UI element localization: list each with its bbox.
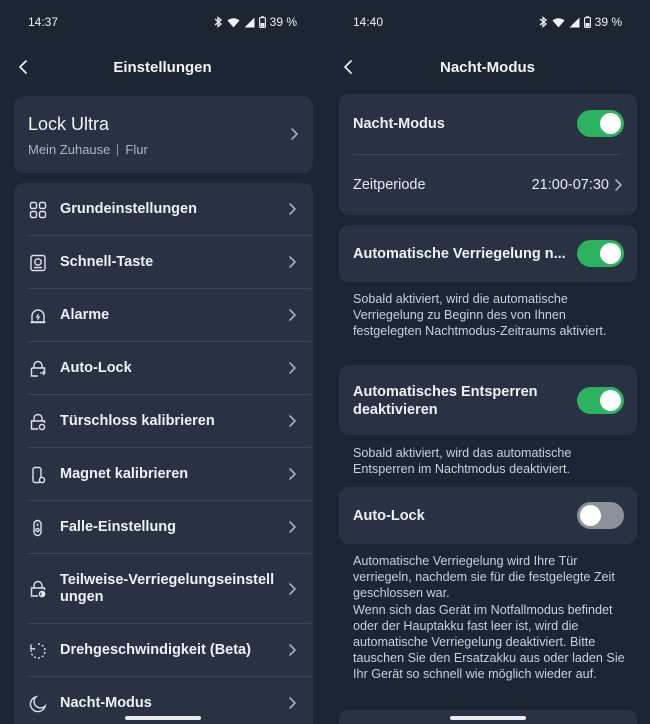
bell-icon xyxy=(28,306,48,326)
moon-icon xyxy=(28,694,48,714)
auto-lock-icon xyxy=(28,359,48,379)
settings-screen: 14:37 39 % Einstellungen Lock Ultra Mein… xyxy=(0,0,325,724)
grid-icon xyxy=(28,200,48,220)
back-arrow-icon xyxy=(19,60,27,74)
chevron-right-icon xyxy=(615,179,622,191)
toggle-knob xyxy=(600,390,621,411)
back-button[interactable] xyxy=(12,56,34,78)
signal-icon xyxy=(244,17,255,27)
page-title: Nacht-Modus xyxy=(440,58,535,76)
menu-item-label: Magnet kalibrieren xyxy=(60,466,189,482)
menu-item-alarme[interactable]: Alarme xyxy=(14,289,311,342)
menu-item-falle-einstellung[interactable]: Falle-Einstellung xyxy=(14,501,311,554)
chevron-right-icon xyxy=(289,309,296,321)
app-header: Einstellungen xyxy=(0,44,325,90)
page-title: Einstellungen xyxy=(113,58,212,76)
latch-icon xyxy=(28,518,48,538)
bluetooth-icon xyxy=(539,16,547,28)
menu-item-magnet-kalibrieren[interactable]: Magnet kalibrieren xyxy=(14,448,311,501)
device-card[interactable]: Lock Ultra Mein Zuhause Flur xyxy=(14,96,313,173)
battery-icon xyxy=(583,16,591,28)
device-home: Mein Zuhause xyxy=(28,142,111,157)
signal-icon xyxy=(569,17,580,27)
night-mode-label: Nacht-Modus xyxy=(353,116,445,132)
chevron-right-icon xyxy=(289,256,296,268)
menu-item-label: Teilweise-Verriegelungseinstellungen xyxy=(60,572,275,605)
battery-icon xyxy=(258,16,266,28)
auto-unlock-description: Sobald aktiviert, wird das automatische … xyxy=(353,446,572,477)
menu-item-auto-lock[interactable]: Auto-Lock xyxy=(14,342,311,395)
menu-item-label: Schnell-Taste xyxy=(60,254,154,270)
time-period-label: Zeitperiode xyxy=(353,177,426,193)
home-indicator[interactable] xyxy=(449,716,526,720)
auto-lock-toggle[interactable] xyxy=(577,502,624,529)
chevron-right-icon xyxy=(289,583,296,595)
chevron-right-icon xyxy=(289,203,296,215)
auto-unlock-toggle[interactable] xyxy=(577,387,624,414)
auto-unlock-label: Automatisches Entsperren deaktivieren xyxy=(353,384,538,418)
status-bar: 14:40 39 % xyxy=(325,0,650,44)
wifi-icon xyxy=(552,17,565,27)
battery-percent: 39 % xyxy=(269,15,297,29)
menu-item-label: Grundeinstellungen xyxy=(60,201,197,217)
rotation-speed-icon xyxy=(28,641,48,661)
night-mode-toggle[interactable] xyxy=(577,110,624,137)
location-separator xyxy=(117,143,119,156)
chevron-right-icon xyxy=(289,644,296,656)
time-period-row[interactable]: Zeitperiode 21:00-07:30 xyxy=(339,155,637,215)
chevron-right-icon xyxy=(289,697,296,709)
status-bar: 14:37 39 % xyxy=(0,0,325,44)
quick-button-icon xyxy=(28,253,48,273)
magnet-icon xyxy=(28,465,48,485)
toggle-knob xyxy=(580,505,601,526)
chevron-right-icon xyxy=(289,468,296,480)
status-time: 14:37 xyxy=(28,15,59,29)
menu-item-label: Falle-Einstellung xyxy=(60,519,177,535)
menu-item-label: Türschloss kalibrieren xyxy=(60,413,215,429)
chevron-right-icon xyxy=(291,128,298,140)
toggle-knob xyxy=(600,243,621,264)
chevron-right-icon xyxy=(289,521,296,533)
device-name: Lock Ultra xyxy=(28,114,110,134)
auto-lock-night-toggle[interactable] xyxy=(577,240,624,267)
chevron-right-icon xyxy=(289,362,296,374)
auto-lock-night-label: Automatische Verriegelung n... xyxy=(353,246,566,262)
menu-item-tuerschloss-kalibrieren[interactable]: Türschloss kalibrieren xyxy=(14,395,311,448)
menu-item-label: Drehgeschwindigkeit (Beta) xyxy=(60,642,251,658)
night-mode-screen: 14:40 39 % Nacht-Modus Nacht-Modus Zeitp… xyxy=(325,0,650,724)
status-icons: 39 % xyxy=(539,15,622,29)
menu-item-teilweise-verriegelung[interactable]: Teilweise-Verriegelungseinstellungen xyxy=(14,554,311,624)
status-time: 14:40 xyxy=(353,15,384,29)
home-indicator[interactable] xyxy=(124,716,201,720)
menu-item-drehgeschwindigkeit[interactable]: Drehgeschwindigkeit (Beta) xyxy=(14,624,311,677)
menu-item-schnell-taste[interactable]: Schnell-Taste xyxy=(14,236,311,289)
wifi-icon xyxy=(227,17,240,27)
auto-lock-description: Automatische Verriegelung wird Ihre Tür … xyxy=(353,554,625,682)
auto-lock-night-description: Sobald aktiviert, wird die automatische … xyxy=(353,292,607,339)
battery-percent: 39 % xyxy=(594,15,622,29)
device-room: Flur xyxy=(125,142,148,157)
menu-item-label: Nacht-Modus xyxy=(60,695,152,711)
toggle-knob xyxy=(600,113,621,134)
back-button[interactable] xyxy=(337,56,359,78)
device-location: Mein Zuhause Flur xyxy=(28,142,148,157)
status-icons: 39 % xyxy=(214,15,297,29)
bluetooth-icon xyxy=(214,16,222,28)
lock-calibrate-icon xyxy=(28,412,48,432)
time-period-value: 21:00-07:30 xyxy=(531,177,609,193)
menu-item-label: Auto-Lock xyxy=(60,360,132,376)
partial-lock-icon xyxy=(28,579,48,599)
menu-item-grundeinstellungen[interactable]: Grundeinstellungen xyxy=(14,183,311,236)
back-arrow-icon xyxy=(344,60,352,74)
menu-item-label: Alarme xyxy=(60,307,110,323)
auto-lock-label: Auto-Lock xyxy=(353,508,425,524)
app-header: Nacht-Modus xyxy=(325,44,650,90)
chevron-right-icon xyxy=(289,415,296,427)
